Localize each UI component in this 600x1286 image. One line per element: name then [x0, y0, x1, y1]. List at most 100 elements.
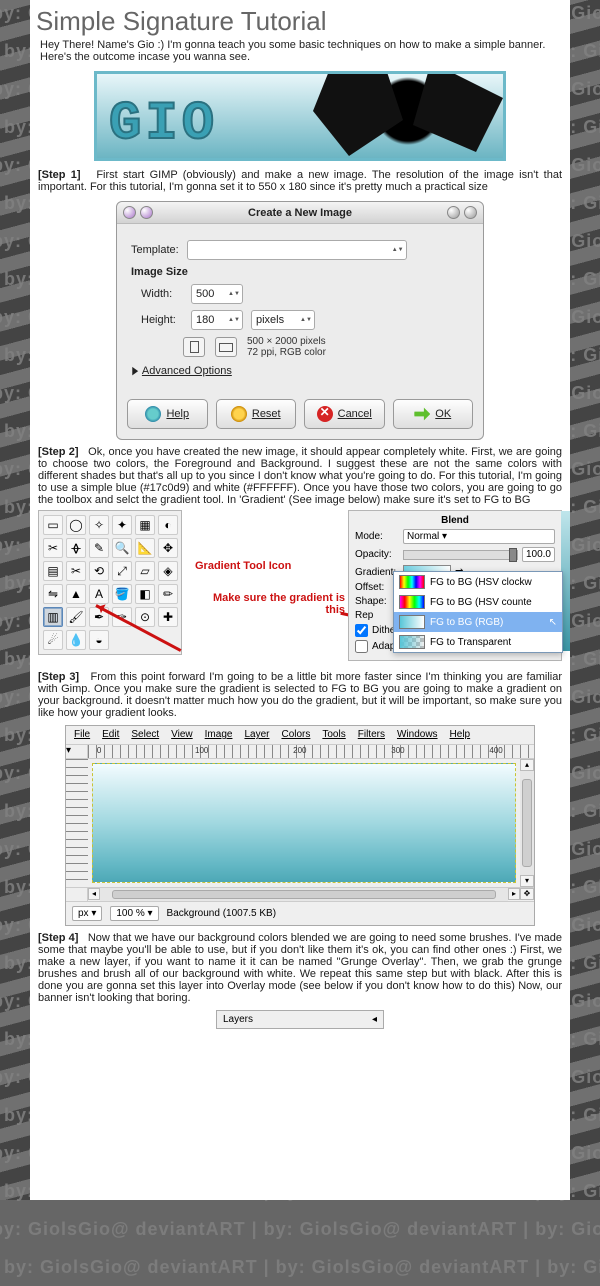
gradient-option-transparent[interactable]: FG to Transparent	[394, 632, 562, 652]
cancel-button[interactable]: Cancel	[304, 399, 385, 429]
menu-help[interactable]: Help	[450, 729, 471, 741]
tool-paths[interactable]: ᚖ	[66, 538, 86, 558]
width-input[interactable]: 500 ▲▼	[191, 284, 243, 304]
menu-bar: File Edit Select View Image Layer Colors…	[66, 726, 534, 745]
scroll-right-icon[interactable]: ▸	[508, 888, 520, 900]
dither-checkbox[interactable]	[355, 624, 368, 637]
ok-button[interactable]: OK	[393, 399, 474, 429]
tool-crop[interactable]: ✂	[66, 561, 86, 581]
cancel-icon	[317, 406, 333, 422]
mode-combo[interactable]: Normal ▾	[403, 529, 555, 544]
zoom-select[interactable]: 100 % ▾	[110, 906, 158, 921]
tool-eraser[interactable]: ◧	[135, 584, 155, 604]
tool-ellipse-select[interactable]: ◯	[66, 515, 86, 535]
tool-bucket[interactable]: 🪣	[112, 584, 132, 604]
menu-filters[interactable]: Filters	[358, 729, 385, 741]
tool-rotate[interactable]: ⟲	[89, 561, 109, 581]
mode-label: Mode:	[355, 531, 399, 542]
spinner-icon: ▲▼	[228, 317, 238, 324]
status-layer: Background (1007.5 KB)	[167, 908, 277, 919]
scroll-down-icon[interactable]: ▾	[520, 875, 534, 887]
tool-brush[interactable]: 🖌	[66, 607, 86, 627]
height-input[interactable]: 180 ▲▼	[191, 310, 243, 330]
tool-flip[interactable]: ⇋	[43, 584, 63, 604]
gradient-option-rgb[interactable]: FG to BG (RGB)↖	[394, 612, 562, 632]
tool-clone[interactable]: ⊙	[135, 607, 155, 627]
tool-zoom[interactable]: 🔍	[112, 538, 132, 558]
gradient-option-hsv-ccw[interactable]: FG to BG (HSV counte	[394, 592, 562, 612]
panel-menu-icon[interactable]: ◂	[372, 1014, 377, 1025]
tool-move[interactable]: ✥	[158, 538, 178, 558]
height-label: Height:	[141, 314, 183, 326]
tool-cage[interactable]: ▲	[66, 584, 86, 604]
help-button[interactable]: Help	[127, 399, 208, 429]
gimp-canvas-window: File Edit Select View Image Layer Colors…	[65, 725, 535, 926]
window-button-close[interactable]	[464, 206, 477, 219]
tool-fuzzy-select[interactable]: ✦	[112, 515, 132, 535]
tool-color-picker[interactable]: ✎	[89, 538, 109, 558]
image-size-heading: Image Size	[131, 266, 469, 278]
width-label: Width:	[141, 288, 183, 300]
tool-smudge[interactable]: ☄	[43, 630, 63, 650]
window-button-min[interactable]	[447, 206, 460, 219]
landscape-button[interactable]	[215, 337, 237, 357]
opacity-slider[interactable]	[403, 550, 518, 560]
banner-character	[323, 71, 493, 161]
tool-blur[interactable]: 💧	[66, 630, 86, 650]
menu-edit[interactable]: Edit	[102, 729, 119, 741]
opacity-value[interactable]: 100.0	[522, 547, 555, 562]
combo-arrow-icon: ▲▼	[392, 247, 402, 254]
window-button-2[interactable]	[140, 206, 153, 219]
gradient-option-hsv-cw[interactable]: FG to BG (HSV clockw	[394, 572, 562, 592]
tool-dodge[interactable]: ◒	[89, 630, 109, 650]
nav-icon[interactable]: ✥	[520, 888, 534, 900]
window-button-1[interactable]	[123, 206, 136, 219]
step-1-label: [Step 1]	[38, 169, 81, 181]
step-4-label: [Step 4]	[38, 932, 78, 944]
reset-icon	[231, 406, 247, 422]
horizontal-scrollbar[interactable]: ◂ ▸ ✥	[66, 887, 534, 901]
banner-logo-text: GIO	[109, 94, 218, 155]
menu-view[interactable]: View	[171, 729, 193, 741]
tool-perspective[interactable]: ◈	[158, 561, 178, 581]
ruler-corner: ▾	[66, 745, 88, 758]
tool-pencil[interactable]: ✏	[158, 584, 178, 604]
hscroll-thumb[interactable]	[112, 890, 496, 899]
menu-layer[interactable]: Layer	[244, 729, 269, 741]
tool-scale[interactable]: ⤢	[112, 561, 132, 581]
page-title: Simple Signature Tutorial	[30, 0, 570, 39]
new-image-dialog: Create a New Image Template: ▲▼ Image Si…	[116, 201, 484, 440]
gradient-dropdown: FG to BG (HSV clockw FG to BG (HSV count…	[393, 571, 563, 653]
layers-panel-header: Layers ◂	[216, 1010, 384, 1029]
menu-file[interactable]: File	[74, 729, 90, 741]
template-combo[interactable]: ▲▼	[187, 240, 407, 260]
menu-windows[interactable]: Windows	[397, 729, 438, 741]
tool-by-color[interactable]: ▦	[135, 515, 155, 535]
vertical-scrollbar[interactable]: ▴ ▾	[520, 759, 534, 887]
scroll-up-icon[interactable]: ▴	[520, 759, 534, 771]
tool-scissors[interactable]: ◐	[158, 515, 178, 535]
step-2-illustration: ▭ ◯ ✧ ✦ ▦ ◐ ✂ ᚖ ✎ 🔍 📐 ✥ ▤ ✂ ⟲ ⤢ ▱ ◈ ⇋ ▲ …	[30, 508, 570, 669]
portrait-button[interactable]	[183, 337, 205, 357]
scroll-thumb[interactable]	[522, 779, 532, 867]
scroll-left-icon[interactable]: ◂	[88, 888, 100, 900]
tool-heal[interactable]: ✚	[158, 607, 178, 627]
menu-tools[interactable]: Tools	[322, 729, 345, 741]
reset-button[interactable]: Reset	[216, 399, 297, 429]
image-meta: 500 × 2000 pixels 72 ppi, RGB color	[247, 336, 326, 358]
menu-colors[interactable]: Colors	[281, 729, 310, 741]
unit-select[interactable]: px ▾	[72, 906, 102, 921]
tool-gradient[interactable]: ▥	[43, 607, 63, 627]
tool-align[interactable]: ▤	[43, 561, 63, 581]
canvas[interactable]	[92, 763, 516, 883]
tool-free-select[interactable]: ✧	[89, 515, 109, 535]
adaptive-checkbox[interactable]	[355, 640, 368, 653]
tool-shear[interactable]: ▱	[135, 561, 155, 581]
menu-select[interactable]: Select	[131, 729, 159, 741]
tool-foreground[interactable]: ✂	[43, 538, 63, 558]
tool-measure[interactable]: 📐	[135, 538, 155, 558]
menu-image[interactable]: Image	[205, 729, 233, 741]
tool-rect-select[interactable]: ▭	[43, 515, 63, 535]
advanced-options-toggle[interactable]: ▶ Advanced Options	[131, 364, 469, 377]
units-combo[interactable]: pixels ▲▼	[251, 310, 315, 330]
